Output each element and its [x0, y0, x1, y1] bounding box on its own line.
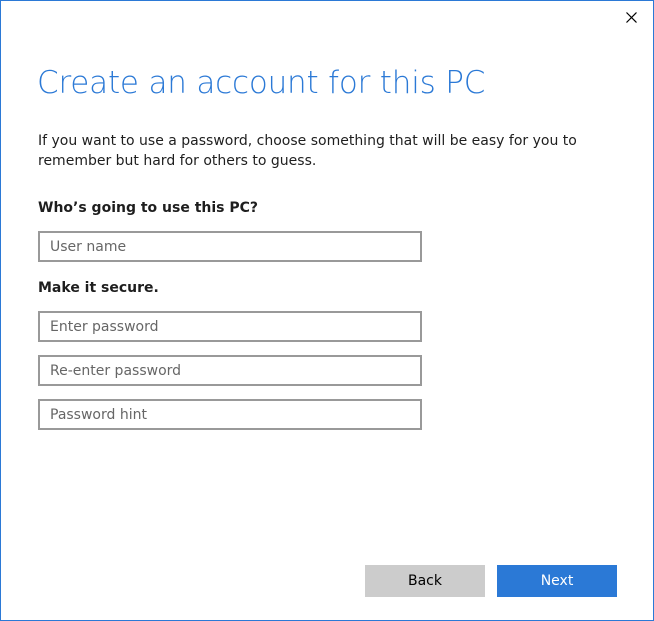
password-hint-input[interactable] — [38, 399, 422, 430]
create-account-window: Create an account for this PC If you wan… — [0, 0, 654, 621]
password-input[interactable] — [38, 311, 422, 342]
security-section-label: Make it secure. — [38, 280, 159, 296]
page-description: If you want to use a password, choose so… — [38, 133, 577, 169]
reenter-password-input[interactable] — [38, 355, 422, 386]
username-input[interactable] — [38, 231, 422, 262]
page-title: Create an account for this PC — [37, 65, 486, 101]
close-icon — [625, 11, 637, 23]
user-section-label: Who’s going to use this PC? — [38, 200, 259, 216]
close-button[interactable] — [619, 7, 643, 27]
back-button[interactable]: Back — [365, 565, 485, 597]
next-button[interactable]: Next — [497, 565, 617, 597]
